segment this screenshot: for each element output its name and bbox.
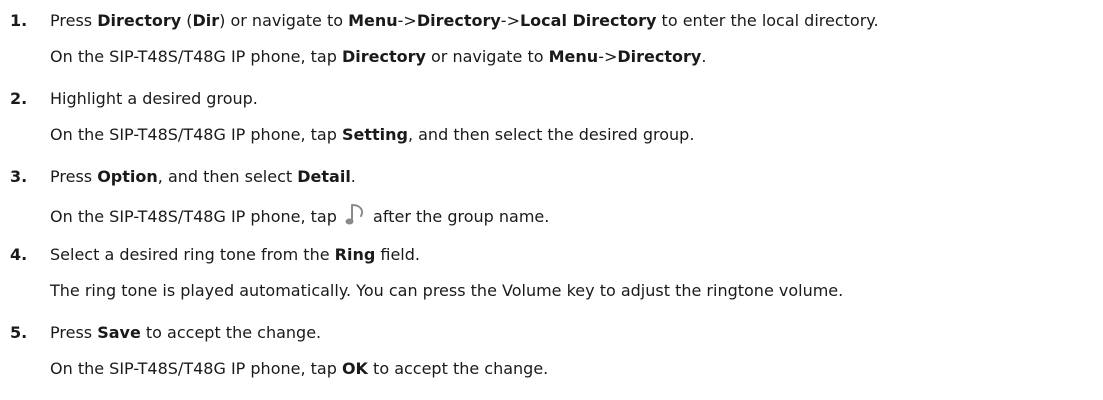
- step-phone-note: On the SIP-T48S/T48G IP phone, tap Direc…: [50, 46, 706, 68]
- step-instruction: Select a desired ring tone from the Ring…: [50, 244, 420, 266]
- step-instruction: Press Directory (Dir) or navigate to Men…: [50, 10, 879, 32]
- text-segment: , and then select: [157, 167, 298, 186]
- text-segment: ->: [500, 11, 520, 30]
- step-list: 1. Press Directory (Dir) or navigate to M…: [0, 10, 1103, 400]
- text-segment: On the SIP-T48S/T48G IP phone, tap: [50, 207, 342, 226]
- ui-term: OK: [341, 359, 368, 378]
- step-item: 3. Press Option, and then select Detail. O…: [0, 166, 1103, 244]
- ui-term: Directory: [416, 11, 501, 30]
- step-instruction: Press Save to accept the change.: [50, 322, 321, 344]
- ui-term: Menu: [348, 11, 398, 30]
- ui-term: Option: [97, 167, 158, 186]
- step-number: 1.: [10, 11, 28, 30]
- text-segment: or navigate to: [425, 47, 549, 66]
- text-segment: Press: [50, 11, 98, 30]
- text-segment: ) or navigate to: [219, 11, 349, 30]
- ui-term: Save: [97, 323, 141, 342]
- step-phone-note: On the SIP-T48S/T48G IP phone, tap Setti…: [50, 124, 694, 146]
- text-segment: after the group name.: [367, 207, 550, 226]
- text-segment: Press: [50, 323, 98, 342]
- step-item: 5. Press Save to accept the change. On the…: [0, 322, 1103, 400]
- ui-term: Directory: [341, 47, 426, 66]
- text-segment: to accept the change.: [367, 359, 549, 378]
- text-segment: ->: [598, 47, 618, 66]
- ui-term: Setting: [341, 125, 408, 144]
- text-segment: Press: [50, 167, 98, 186]
- step-phone-note: On the SIP-T48S/T48G IP phone, tap after…: [50, 202, 549, 228]
- step-number: 3.: [10, 167, 28, 186]
- ui-term: Ring: [334, 245, 376, 264]
- step-number: 4.: [10, 245, 28, 264]
- step-phone-note: The ring tone is played automatically. Y…: [50, 280, 843, 302]
- text-segment: to enter the local directory.: [656, 11, 879, 30]
- text-segment: The ring tone is played automatically. Y…: [50, 281, 844, 300]
- text-segment: to accept the change.: [140, 323, 322, 342]
- ui-term: Menu: [548, 47, 599, 66]
- text-segment: (: [181, 11, 193, 30]
- step-item: 2. Highlight a desired group. On the SIP-T…: [0, 88, 1103, 166]
- text-segment: On the SIP-T48S/T48G IP phone, tap: [50, 47, 342, 66]
- step-number: 2.: [10, 89, 28, 108]
- text-segment: On the SIP-T48S/T48G IP phone, tap: [50, 125, 342, 144]
- ui-term: Detail: [297, 167, 351, 186]
- step-instruction: Press Option, and then select Detail.: [50, 166, 356, 188]
- step-item: 1. Press Directory (Dir) or navigate to M…: [0, 10, 1103, 88]
- step-number: 5.: [10, 323, 28, 342]
- step-instruction: Highlight a desired group.: [50, 88, 258, 110]
- ui-term: Dir: [192, 11, 220, 30]
- ui-term: Directory: [617, 47, 702, 66]
- text-segment: Highlight a desired group.: [50, 89, 258, 108]
- text-segment: .: [701, 47, 707, 66]
- ui-term: Directory: [97, 11, 182, 30]
- text-segment: .: [350, 167, 356, 186]
- text-segment: On the SIP-T48S/T48G IP phone, tap: [50, 359, 342, 378]
- ui-term: Local Directory: [519, 11, 657, 30]
- text-segment: field.: [375, 245, 420, 264]
- step-item: 4. Select a desired ring tone from the Ri…: [0, 244, 1103, 322]
- text-segment: , and then select the desired group.: [407, 125, 695, 144]
- text-segment: ->: [397, 11, 417, 30]
- music-note-icon: [344, 202, 366, 228]
- text-segment: Select a desired ring tone from the: [50, 245, 335, 264]
- step-phone-note: On the SIP-T48S/T48G IP phone, tap OK to…: [50, 358, 548, 380]
